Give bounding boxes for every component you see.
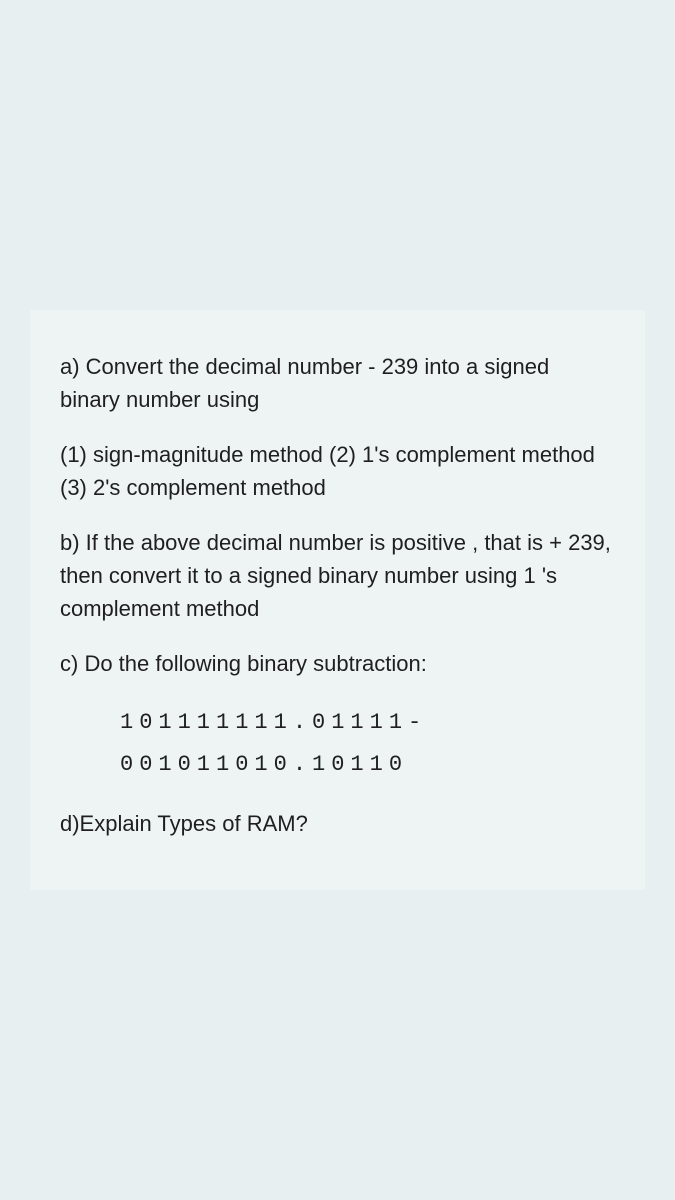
document-page: a) Convert the decimal number - 239 into…	[30, 310, 645, 891]
question-b: b) If the above decimal number is positi…	[60, 526, 615, 625]
page-background: a) Convert the decimal number - 239 into…	[0, 0, 675, 1200]
question-a-prompt: a) Convert the decimal number - 239 into…	[60, 350, 615, 416]
question-a-line1: a) Convert the decimal number - 239 into…	[60, 354, 478, 379]
binary-line-1: 101111111.01111-	[120, 702, 615, 744]
binary-subtraction-block: 101111111.01111- 001011010.10110	[120, 702, 615, 786]
question-a-subparts: (1) sign-magnitude method (2) 1's comple…	[60, 438, 615, 504]
question-c-intro: c) Do the following binary subtraction:	[60, 647, 615, 680]
binary-line-2: 001011010.10110	[120, 744, 615, 786]
question-d: d)Explain Types of RAM?	[60, 807, 615, 840]
